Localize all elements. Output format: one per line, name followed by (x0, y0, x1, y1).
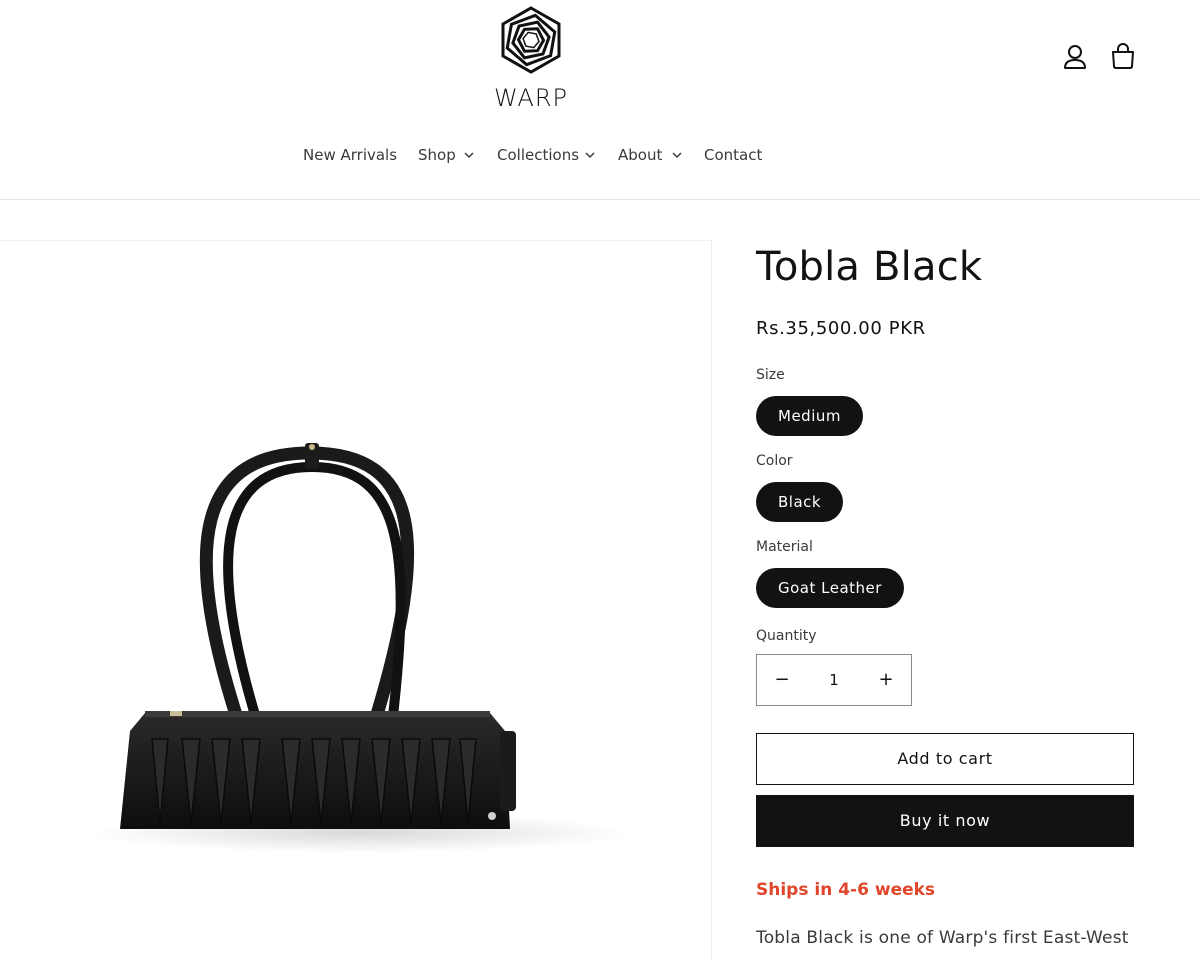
increment-button[interactable]: + (861, 655, 911, 705)
option-label-size: Size (756, 367, 785, 383)
cart-icon[interactable] (1108, 42, 1138, 72)
nav-shop-label: Shop (418, 146, 456, 164)
product-title: Tobla Black (756, 244, 983, 290)
option-label-color: Color (756, 453, 793, 469)
nav-about-label: About (618, 146, 663, 164)
buy-now-button[interactable]: Buy it now (756, 795, 1134, 847)
site-header: WARP New Arrivals Shop Collections About… (0, 0, 1200, 200)
account-icon[interactable] (1060, 42, 1090, 72)
nav-collections-label: Collections (497, 146, 580, 164)
option-label-material: Material (756, 539, 813, 555)
shipping-notice: Ships in 4-6 weeks (756, 880, 936, 900)
warp-hexagon-icon (501, 6, 561, 74)
nav-shop[interactable]: Shop (418, 140, 480, 170)
quantity-label: Quantity (756, 628, 817, 644)
nav-contact[interactable]: Contact (704, 140, 762, 170)
nav-collections[interactable]: Collections (497, 140, 601, 170)
chevron-down-icon (672, 152, 682, 159)
brand-logo[interactable]: WARP (486, 6, 576, 114)
chevron-down-icon (585, 152, 595, 159)
add-to-cart-button[interactable]: Add to cart (756, 733, 1134, 785)
brand-name: WARP (494, 84, 568, 112)
chevron-down-icon (464, 152, 474, 159)
nav-about[interactable]: About (618, 140, 684, 170)
material-option-pill[interactable]: Goat Leather (756, 568, 904, 608)
quantity-input[interactable]: 1 (807, 655, 861, 705)
product-gallery (0, 240, 712, 960)
quantity-stepper: − 1 + (756, 654, 912, 706)
color-option-pill[interactable]: Black (756, 482, 844, 522)
decrement-button[interactable]: − (757, 655, 807, 705)
main-nav: New Arrivals Shop Collections About Cont… (0, 140, 1200, 172)
product-image[interactable] (0, 241, 712, 960)
product-description: Tobla Black is one of Warp's first East-… (756, 928, 1129, 948)
size-option-pill[interactable]: Medium (756, 396, 863, 436)
nav-new-arrivals[interactable]: New Arrivals (303, 140, 397, 170)
product-price: Rs.35,500.00 PKR (756, 318, 926, 339)
